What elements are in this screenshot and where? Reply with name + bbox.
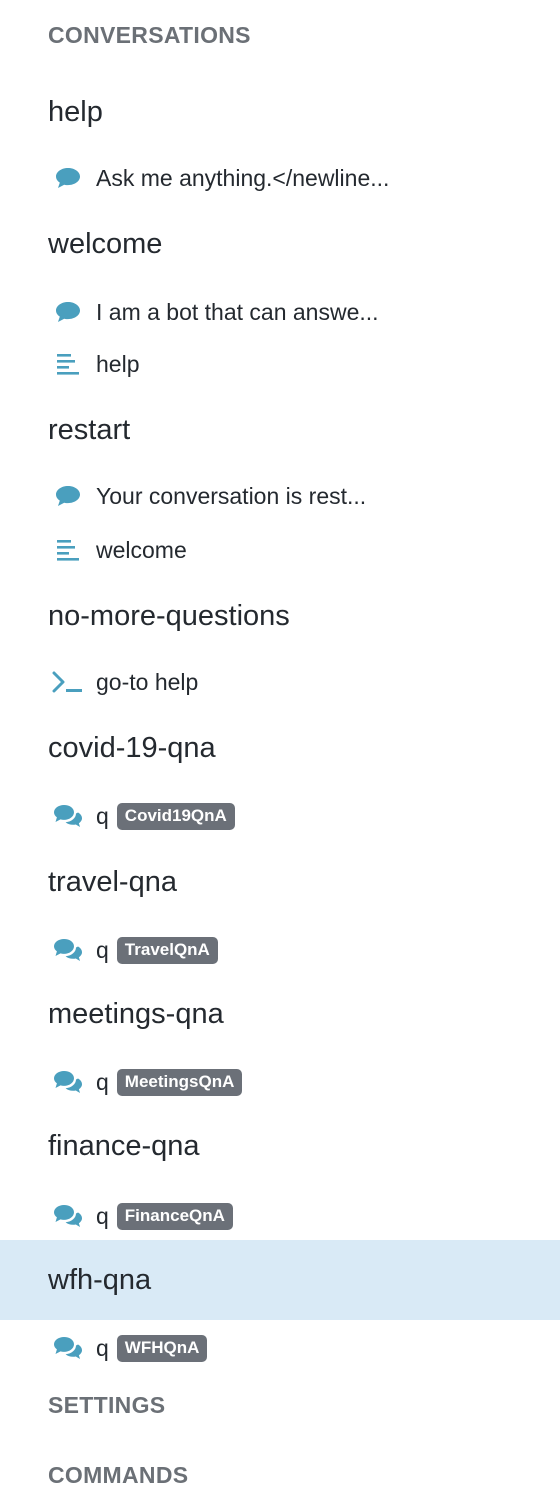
section-conversations[interactable]: CONVERSATIONS	[48, 22, 251, 49]
step-qna[interactable]: q TravelQnA	[52, 930, 218, 970]
step-text: q	[96, 1202, 109, 1229]
step-command[interactable]: go-to help	[52, 662, 198, 702]
topic-help[interactable]: help	[0, 72, 560, 152]
step-redirect[interactable]: welcome	[52, 530, 187, 570]
step-text: welcome	[96, 536, 187, 563]
speech-bubble-icon	[52, 163, 84, 193]
speech-bubble-icon	[52, 481, 84, 511]
step-text: Ask me anything.</newline...	[96, 164, 390, 191]
section-commands[interactable]: COMMANDS	[48, 1462, 188, 1489]
topic-label: finance-qna	[48, 1129, 200, 1162]
chat-bubbles-icon	[52, 801, 84, 831]
topic-wfh-qna[interactable]: wfh-qna	[0, 1240, 560, 1320]
topic-finance-qna[interactable]: finance-qna	[0, 1106, 560, 1186]
qna-source-badge: FinanceQnA	[116, 1202, 233, 1230]
topic-label: no-more-questions	[48, 599, 290, 632]
speech-bubble-icon	[52, 297, 84, 327]
step-text: Your conversation is rest...	[96, 482, 367, 509]
topic-welcome[interactable]: welcome	[0, 204, 560, 284]
step-text: help	[96, 350, 140, 377]
step-message[interactable]: I am a bot that can answe...	[52, 292, 379, 332]
topic-no-more-questions[interactable]: no-more-questions	[0, 576, 560, 656]
step-redirect[interactable]: help	[52, 344, 139, 384]
step-qna[interactable]: q Covid19QnA	[52, 796, 235, 836]
chat-bubbles-icon	[52, 1067, 84, 1097]
section-settings[interactable]: SETTINGS	[48, 1392, 165, 1419]
qna-source-badge: TravelQnA	[116, 936, 218, 964]
chat-bubbles-icon	[52, 1201, 84, 1231]
qna-source-badge: Covid19QnA	[116, 802, 235, 830]
qna-source-badge: MeetingsQnA	[116, 1068, 243, 1096]
step-text: q	[96, 1068, 109, 1095]
step-message[interactable]: Your conversation is rest...	[52, 476, 366, 516]
step-text: q	[96, 1334, 109, 1361]
terminal-icon	[52, 667, 84, 697]
chat-bubbles-icon	[52, 1333, 84, 1363]
topic-restart[interactable]: restart	[0, 390, 560, 470]
step-qna[interactable]: q WFHQnA	[52, 1328, 208, 1368]
topic-label: restart	[48, 413, 131, 446]
topic-label: covid-19-qna	[48, 731, 216, 764]
topic-covid-19-qna[interactable]: covid-19-qna	[0, 708, 560, 788]
step-text: q	[96, 936, 109, 963]
text-lines-icon	[52, 349, 84, 379]
topic-label: help	[48, 95, 103, 128]
topic-label: welcome	[48, 227, 163, 260]
step-qna[interactable]: q FinanceQnA	[52, 1196, 233, 1236]
step-message[interactable]: Ask me anything.</newline...	[52, 158, 389, 198]
chat-bubbles-icon	[52, 935, 84, 965]
step-text: q	[96, 802, 109, 829]
topic-label: wfh-qna	[48, 1263, 152, 1296]
qna-source-badge: WFHQnA	[116, 1334, 208, 1362]
text-lines-icon	[52, 535, 84, 565]
topic-meetings-qna[interactable]: meetings-qna	[0, 974, 560, 1054]
topic-label: meetings-qna	[48, 997, 224, 1030]
step-qna[interactable]: q MeetingsQnA	[52, 1062, 243, 1102]
topic-travel-qna[interactable]: travel-qna	[0, 842, 560, 922]
step-text: I am a bot that can answe...	[96, 298, 379, 325]
step-text: go-to help	[96, 668, 199, 695]
topic-label: travel-qna	[48, 865, 177, 898]
